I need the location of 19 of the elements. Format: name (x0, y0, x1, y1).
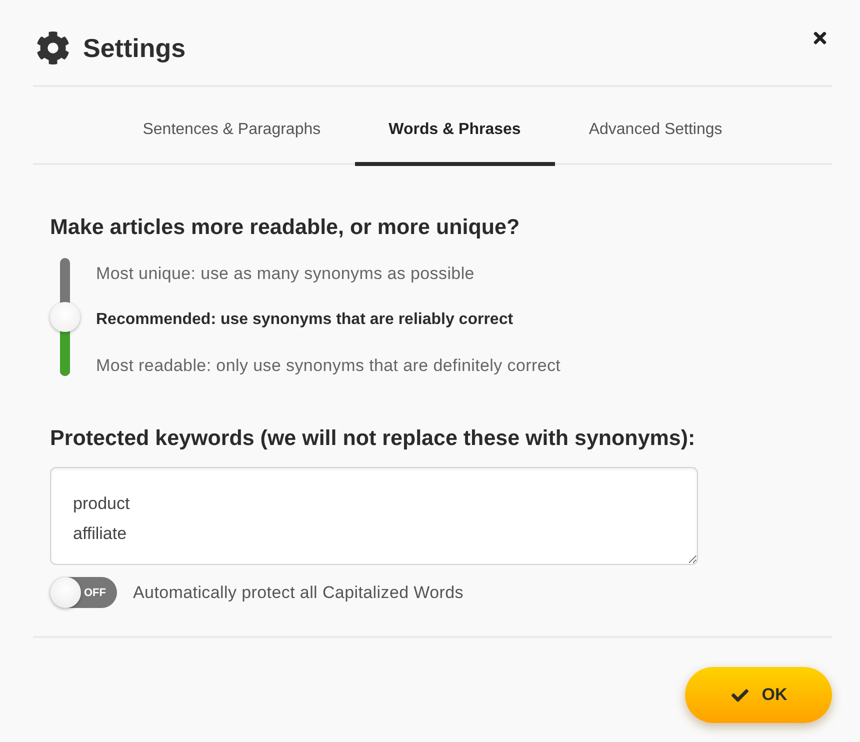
slider-option-label[interactable]: Most unique: use as many synonyms as possible (96, 251, 561, 297)
close-button[interactable] (811, 29, 829, 47)
slider-thumb[interactable] (50, 302, 80, 332)
slider-option-label[interactable]: Recommended: use synonyms that are reliably correct (96, 297, 561, 343)
tab[interactable]: Sentences & Paragraphs (108, 90, 355, 166)
tab[interactable]: Advanced Settings (554, 90, 756, 166)
section-heading: Make articles more readable, or more unique? (50, 214, 521, 241)
toggle-label: Automatically protect all Capitalized Words (133, 582, 464, 602)
ok-button[interactable]: OK (685, 667, 832, 723)
section-heading: Protected keywords (we will not replace these with synonyms): (50, 425, 696, 452)
dialog-title: Settings (83, 32, 186, 64)
tab[interactable]: Words & Phrases (354, 90, 555, 166)
slider-track[interactable] (50, 258, 80, 376)
slider-option-label[interactable]: Most readable: only use synonyms that are definitely correct (96, 343, 561, 389)
check-icon (730, 686, 750, 704)
toggle-switch[interactable]: OFF (50, 577, 117, 608)
close-icon (811, 29, 829, 47)
keywords-field[interactable]: product affiliate (50, 467, 698, 565)
gear-icon (36, 31, 70, 65)
